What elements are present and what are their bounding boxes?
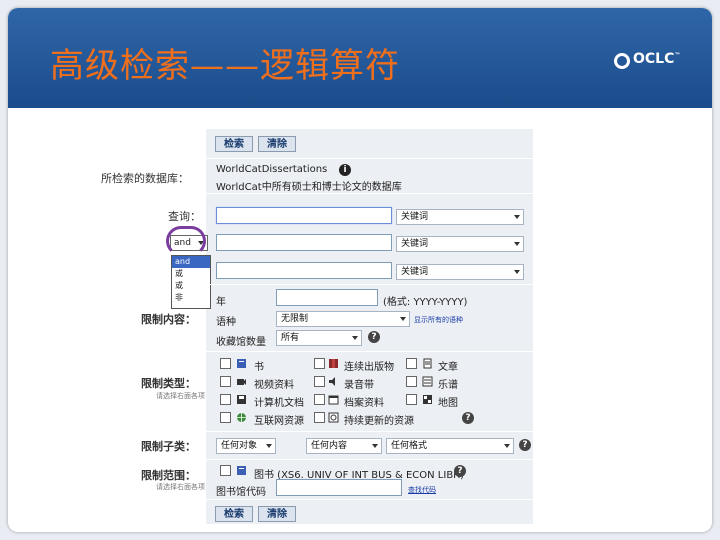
content-select[interactable]: 任何内容 xyxy=(306,438,382,454)
type-sound-label: 录音带 xyxy=(344,380,374,391)
type-internet-checkbox[interactable] xyxy=(220,412,231,423)
year-input[interactable] xyxy=(276,289,378,306)
database-name: WorldCatDissertations xyxy=(216,164,328,175)
type-continuing-checkbox[interactable] xyxy=(314,412,325,423)
type-continuing-label: 持续更新的资源 xyxy=(344,416,414,427)
operator-option[interactable]: 非 xyxy=(172,292,210,304)
type-video-checkbox[interactable] xyxy=(220,376,231,387)
query-input-3[interactable] xyxy=(216,262,392,279)
operator-option[interactable]: and xyxy=(172,256,210,268)
format-select[interactable]: 任何格式 xyxy=(386,438,514,454)
operator-option[interactable]: 或 xyxy=(172,268,210,280)
type-article-label: 文章 xyxy=(438,362,458,373)
book-icon xyxy=(237,359,246,368)
disk-icon xyxy=(237,395,246,404)
library-checkbox[interactable] xyxy=(220,465,231,476)
show-all-languages-link[interactable]: 显示所有的语种 xyxy=(414,315,463,325)
type-video-label: 视频资料 xyxy=(254,380,294,391)
clear-button-top[interactable]: 清除 xyxy=(258,136,296,152)
type-serial-checkbox[interactable] xyxy=(314,358,325,369)
query-input-1[interactable] xyxy=(216,207,392,224)
operator-dropdown-list: and 或 或 非 xyxy=(171,255,211,309)
type-book-checkbox[interactable] xyxy=(220,358,231,369)
search-button-bottom[interactable]: 检索 xyxy=(215,506,253,522)
type-map-checkbox[interactable] xyxy=(406,394,417,405)
speaker-icon xyxy=(329,377,335,386)
query-label: 查询： xyxy=(168,210,201,223)
year-label: 年 xyxy=(216,297,226,308)
type-computer-checkbox[interactable] xyxy=(220,394,231,405)
slide-title: 高级检索——逻辑算符 xyxy=(50,46,400,86)
help-icon[interactable]: ? xyxy=(454,465,466,477)
info-icon[interactable]: i xyxy=(339,164,351,176)
query-field-select-1[interactable]: 关键词 xyxy=(396,209,524,225)
limit-scope-label: 限制范围： xyxy=(141,469,196,482)
type-sound-checkbox[interactable] xyxy=(314,376,325,387)
year-format-hint: (格式: YYYY-YYYY) xyxy=(383,297,468,308)
oclc-logo-tm: ™ xyxy=(674,52,681,59)
query-input-2[interactable] xyxy=(216,234,392,251)
separator xyxy=(206,459,533,460)
serial-icon xyxy=(329,359,338,368)
video-icon xyxy=(237,379,246,385)
type-internet-label: 互联网资源 xyxy=(254,416,304,427)
library-code-input[interactable] xyxy=(276,479,402,496)
limit-type-label: 限制类型： xyxy=(141,377,196,390)
language-label: 语种 xyxy=(216,317,236,328)
operator-highlight-ring xyxy=(166,226,206,256)
type-computer-label: 计算机文档 xyxy=(254,398,304,409)
advanced-search-screenshot: 检索 清除 所检索的数据库： WorldCatDissertations i W… xyxy=(88,129,534,524)
operator-option[interactable]: 或 xyxy=(172,280,210,292)
oclc-logo-text: OCLC xyxy=(633,51,675,67)
globe-icon xyxy=(237,413,246,422)
holdings-label: 收藏馆数量 xyxy=(216,337,266,348)
type-score-checkbox[interactable] xyxy=(406,376,417,387)
type-archive-label: 档案资料 xyxy=(344,398,384,409)
oclc-logo-icon xyxy=(614,53,630,69)
separator xyxy=(206,193,533,194)
type-map-label: 地图 xyxy=(438,398,458,409)
type-score-label: 乐谱 xyxy=(438,380,458,391)
separator xyxy=(206,284,533,285)
clear-button-bottom[interactable]: 清除 xyxy=(258,506,296,522)
type-archive-checkbox[interactable] xyxy=(314,394,325,405)
type-book-label: 书 xyxy=(254,362,264,373)
type-article-checkbox[interactable] xyxy=(406,358,417,369)
separator xyxy=(206,431,533,432)
score-icon xyxy=(422,376,433,387)
oclc-logo: OCLC™ xyxy=(614,51,680,69)
limit-type-hint: 请选择右面各项 xyxy=(156,392,205,400)
search-button-top[interactable]: 检索 xyxy=(215,136,253,152)
slide: 高级检索——逻辑算符 OCLC™ 检索 清除 所检索的数据库： WorldCat… xyxy=(8,8,712,532)
database-description: WorldCat中所有硕士和博士论文的数据库 xyxy=(216,182,402,193)
limit-scope-hint: 请选择右面各项 xyxy=(156,483,205,491)
archive-icon xyxy=(328,395,339,405)
separator xyxy=(206,499,533,500)
find-code-link[interactable]: 查找代码 xyxy=(408,485,436,495)
help-icon[interactable]: ? xyxy=(368,331,380,343)
library-code-label: 图书馆代码 xyxy=(216,487,266,498)
limit-content-label: 限制内容： xyxy=(141,313,196,326)
separator xyxy=(206,351,533,352)
continuing-resource-icon xyxy=(328,412,339,423)
separator xyxy=(206,158,533,159)
map-icon xyxy=(423,395,432,404)
help-icon[interactable]: ? xyxy=(462,412,474,424)
database-label: 所检索的数据库： xyxy=(101,172,189,185)
query-field-select-3[interactable]: 关键词 xyxy=(396,264,524,280)
limit-subtype-label: 限制子类： xyxy=(141,440,196,453)
query-field-select-2[interactable]: 关键词 xyxy=(396,236,524,252)
library-icon xyxy=(237,466,246,475)
type-serial-label: 连续出版物 xyxy=(344,362,394,373)
holdings-select[interactable]: 所有 xyxy=(276,330,362,346)
audience-select[interactable]: 任何对象 xyxy=(216,438,276,454)
help-icon[interactable]: ? xyxy=(519,439,531,451)
article-icon xyxy=(423,358,432,369)
language-select[interactable]: 无限制 xyxy=(276,311,410,327)
title-banner: 高级检索——逻辑算符 OCLC™ xyxy=(8,8,712,108)
